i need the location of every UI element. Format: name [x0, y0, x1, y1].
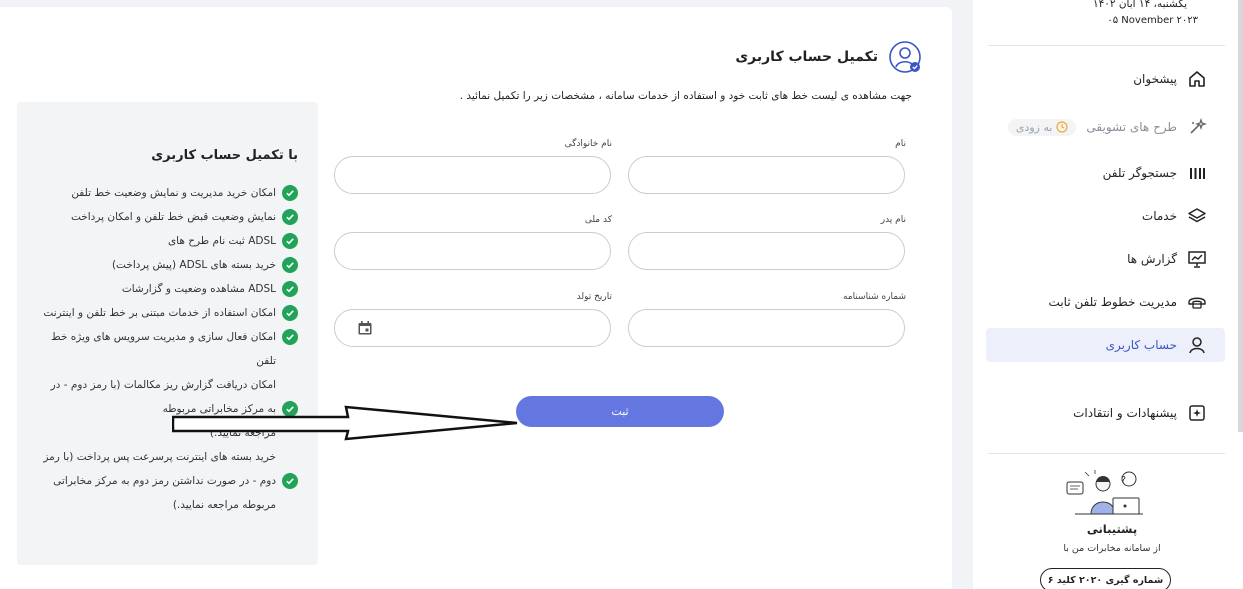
date-gregorian: ۰۵ November ۲۰۲۳ — [1107, 15, 1198, 26]
bars-icon — [1190, 168, 1205, 179]
check-icon — [282, 473, 298, 489]
user-icon — [1189, 337, 1205, 354]
divider — [988, 45, 1225, 46]
presentation-icon — [1188, 251, 1206, 268]
sidebar-item-phone-search[interactable]: جستجوگر تلفن — [986, 156, 1225, 190]
benefits-title: با تکمیل حساب کاربری — [151, 148, 298, 163]
birth-date-field[interactable] — [334, 309, 611, 347]
benefit-text: امکان استفاده از خدمات مبتنی بر خط تلفن … — [43, 307, 276, 319]
support-dial-badge: شماره گیری ۲۰۲۰ کلید ۶ — [1040, 568, 1171, 589]
sidebar-item-label: مدیریت خطوط تلفن ثابت — [1048, 295, 1177, 309]
support-title: پشتیبانی — [1086, 522, 1138, 536]
benefit-item: خرید بسته های اینترنت پرسرعت پس پرداخت (… — [35, 445, 298, 469]
benefit-text: دوم - در صورت نداشتن رمز دوم به مرکز مخا… — [53, 475, 276, 487]
benefit-item: امکان فعال سازی و مدیریت سرویس های ویژه … — [35, 325, 298, 349]
national-code-label: کد ملی — [584, 215, 612, 225]
annotation-arrow-icon — [172, 405, 518, 441]
sidebar-item-dashboard[interactable]: پیشخوان — [986, 62, 1225, 96]
sidebar-item-account[interactable]: حساب کاربری — [986, 328, 1225, 362]
id-number-label: شماره شناسنامه — [842, 292, 906, 302]
benefits-panel: با تکمیل حساب کاربری امکان خرید مدیریت و… — [17, 102, 318, 565]
feedback-icon — [1189, 405, 1205, 421]
layers-icon — [1188, 208, 1206, 223]
phone-icon — [1188, 297, 1206, 309]
father-name-field[interactable] — [628, 232, 905, 270]
benefit-item: تلفن — [35, 349, 298, 373]
last-name-label: نام خانوادگی — [564, 139, 612, 149]
svg-text:?: ? — [1121, 475, 1126, 486]
check-icon — [282, 233, 298, 249]
benefits-list: امکان خرید مدیریت و نمایش وضعیت خط تلفن ن… — [35, 181, 298, 517]
sidebar-item-label: حساب کاربری — [1105, 338, 1177, 352]
support-subtitle: از سامانه مخابرات من با — [1063, 543, 1161, 554]
benefit-item: ADSL مشاهده وضعیت و گزارشات — [35, 277, 298, 301]
sidebar-item-landline-management[interactable]: مدیریت خطوط تلفن ثابت — [986, 285, 1225, 319]
sidebar-item-label: خدمات — [1141, 209, 1177, 223]
check-icon — [282, 185, 298, 201]
sidebar-item-label: پیشنهادات و انتقادات — [1073, 406, 1177, 420]
benefit-item: نمایش وضعیت قبض خط تلفن و امکان پرداخت — [35, 205, 298, 229]
benefit-text: امکان خرید مدیریت و نمایش وضعیت خط تلفن — [71, 187, 276, 199]
benefit-text: امکان فعال سازی و مدیریت سرویس های ویژه … — [51, 331, 276, 343]
sidebar-item-label: پیشخوان — [1133, 72, 1177, 86]
sidebar-item-label: گزارش ها — [1127, 252, 1177, 266]
benefit-text: خرید بسته های اینترنت پرسرعت پس پرداخت (… — [43, 451, 276, 463]
id-number-field[interactable] — [628, 309, 905, 347]
benefit-item: امکان خرید مدیریت و نمایش وضعیت خط تلفن — [35, 181, 298, 205]
home-icon — [1189, 71, 1205, 87]
last-name-field[interactable] — [334, 156, 611, 194]
check-icon — [282, 257, 298, 273]
sidebar-item-incentives: طرح های تشویقی به زودی — [986, 110, 1225, 144]
date-persian: یکشنبه، ۱۴ آبان ۱۴۰۲ — [1092, 0, 1187, 10]
first-name-field[interactable] — [628, 156, 905, 194]
sidebar: یکشنبه، ۱۴ آبان ۱۴۰۲ ۰۵ November ۲۰۲۳ پی… — [973, 0, 1243, 589]
benefit-text: مربوطه مراجعه نمایید.) — [172, 499, 276, 511]
benefit-item: امکان استفاده از خدمات مبتنی بر خط تلفن … — [35, 301, 298, 325]
sidebar-item-feedback[interactable]: پیشنهادات و انتقادات — [986, 396, 1225, 430]
benefit-item: دوم - در صورت نداشتن رمز دوم به مرکز مخا… — [35, 469, 298, 493]
benefit-item: مربوطه مراجعه نمایید.) — [35, 493, 298, 517]
benefit-text: امکان دریافت گزارش ریز مکالمات (با رمز د… — [50, 379, 276, 391]
divider — [988, 453, 1225, 454]
sidebar-item-label: جستجوگر تلفن — [1102, 166, 1177, 180]
user-verified-icon — [888, 40, 922, 74]
benefit-text: خرید بسته های ADSL (پیش پرداخت) — [111, 259, 276, 271]
sidebar-item-reports[interactable]: گزارش ها — [986, 242, 1225, 276]
sidebar-scrollbar[interactable] — [1238, 0, 1243, 432]
calendar-icon[interactable] — [357, 320, 373, 336]
benefit-text: ADSL مشاهده وضعیت و گزارشات — [121, 283, 276, 295]
benefit-item: امکان دریافت گزارش ریز مکالمات (با رمز د… — [35, 373, 298, 397]
benefit-text: تلفن — [256, 355, 276, 367]
benefit-text: نمایش وضعیت قبض خط تلفن و امکان پرداخت — [70, 211, 276, 223]
sidebar-item-services[interactable]: خدمات — [986, 199, 1225, 233]
page-subtitle: جهت مشاهده ی لیست خط های ثابت خود و استف… — [459, 90, 912, 102]
card-header: تکمیل حساب کاربری — [735, 40, 922, 74]
support-agent-icon: ? — [1066, 470, 1143, 515]
coming-soon-badge: به زودی — [1007, 118, 1077, 136]
check-icon — [282, 281, 298, 297]
page-title: تکمیل حساب کاربری — [735, 49, 878, 65]
clock-icon — [1056, 121, 1069, 133]
coming-soon-label: به زودی — [1015, 120, 1053, 134]
benefit-item: خرید بسته های ADSL (پیش پرداخت) — [35, 253, 298, 277]
submit-button[interactable]: ثبت — [516, 396, 724, 427]
benefit-text: ADSL ثبت نام طرح های — [167, 235, 276, 247]
complete-profile-card: تکمیل حساب کاربری جهت مشاهده ی لیست خط ه… — [0, 7, 952, 589]
check-icon — [282, 305, 298, 321]
father-name-label: نام پدر — [880, 215, 906, 225]
benefit-item: ADSL ثبت نام طرح های — [35, 229, 298, 253]
first-name-label: نام — [895, 139, 906, 149]
birth-date-label: تاریخ تولد — [576, 292, 612, 302]
sparkle-icon — [1190, 117, 1207, 134]
national-code-field[interactable] — [334, 232, 611, 270]
check-icon — [282, 329, 298, 345]
check-icon — [282, 209, 298, 225]
sidebar-item-label: طرح های تشویقی — [1086, 120, 1177, 134]
